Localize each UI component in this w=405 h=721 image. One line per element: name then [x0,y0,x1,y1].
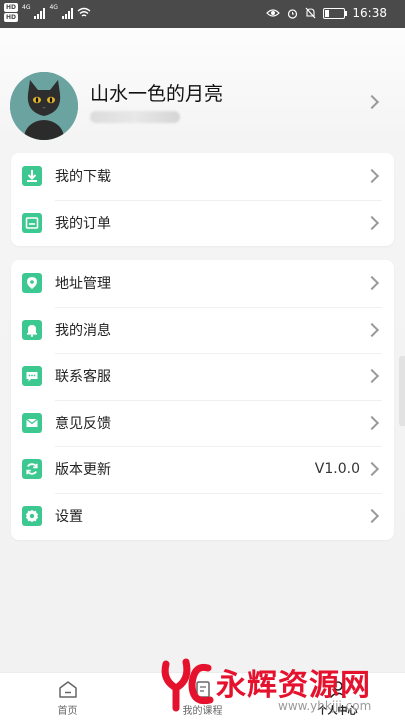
watermark-text: 永辉资源网 [216,668,371,703]
menu-item-version-update[interactable]: 版本更新 V1.0.0 [11,446,394,493]
menu-item-label: 我的下载 [55,169,111,186]
status-bar: HD HD 4G 4G 16:38 [0,0,405,28]
username: 山水一色的月亮 [90,83,224,105]
download-icon [22,166,42,187]
menu-item-label: 我的订单 [55,215,111,232]
blurred-account-id [90,111,180,123]
chevron-right-icon [364,322,380,337]
menu-item-label: 我的消息 [55,322,111,339]
cat-avatar-icon [10,72,78,140]
mute-icon [305,7,316,19]
menu-item-label: 设置 [55,508,83,525]
tab-home[interactable]: 首页 [0,673,135,721]
alarm-icon [288,8,298,19]
status-left: HD HD 4G 4G [4,3,91,22]
network-type: 4G [49,4,58,11]
wifi-icon [77,7,91,17]
mail-icon [22,412,42,433]
scroll-edge-handle [399,356,405,426]
status-right: 16:38 [266,6,387,20]
hd-badges: HD HD [4,3,19,22]
signal-icon [34,7,46,19]
refresh-icon [22,459,42,480]
menu-card-secondary: 地址管理 我的消息 联系客服 意见反馈 版本更新 V1.0.0 设置 [11,260,394,540]
chevron-right-icon [364,508,380,523]
gear-icon [22,505,42,526]
menu-item-orders[interactable]: 我的订单 [11,199,394,247]
chevron-right-icon [364,169,380,184]
chat-icon [22,366,42,387]
menu-item-label: 版本更新 [55,462,111,479]
watermark-logo-icon [161,658,214,712]
menu-item-label: 联系客服 [55,369,111,386]
network-type: 4G [22,4,31,11]
watermark-url: www.yhkjjj.com [278,699,372,713]
hd-badge: HD [4,13,19,22]
order-icon [22,212,42,233]
home-icon [58,681,77,698]
hd-badge: HD [4,3,19,12]
chevron-right-icon [364,276,380,291]
signal-icon [61,7,73,19]
chevron-right-icon [364,94,380,110]
menu-item-messages[interactable]: 我的消息 [11,306,394,354]
battery-icon [323,7,348,19]
menu-item-label: 地址管理 [55,276,111,293]
menu-item-customer-service[interactable]: 联系客服 [11,353,394,400]
menu-item-downloads[interactable]: 我的下载 [11,153,394,200]
profile-header[interactable]: 山水一色的月亮 [0,60,405,150]
status-time: 16:38 [352,6,387,20]
menu-item-settings[interactable]: 设置 [11,492,394,540]
menu-item-label: 意见反馈 [55,415,111,432]
version-number: V1.0.0 [314,461,360,478]
watermark: 永辉资源网 www.yhkjjj.com [160,654,400,718]
bell-icon [22,319,42,340]
menu-item-address[interactable]: 地址管理 [11,260,394,307]
avatar[interactable] [10,72,78,140]
eye-icon [266,9,281,17]
chevron-right-icon [364,215,380,230]
chevron-right-icon [364,462,380,477]
chevron-right-icon [364,369,380,384]
menu-item-feedback[interactable]: 意见反馈 [11,399,394,447]
menu-card-primary: 我的下载 我的订单 [11,153,394,246]
tab-label: 首页 [57,706,78,717]
chevron-right-icon [364,415,380,430]
location-icon [22,273,42,294]
